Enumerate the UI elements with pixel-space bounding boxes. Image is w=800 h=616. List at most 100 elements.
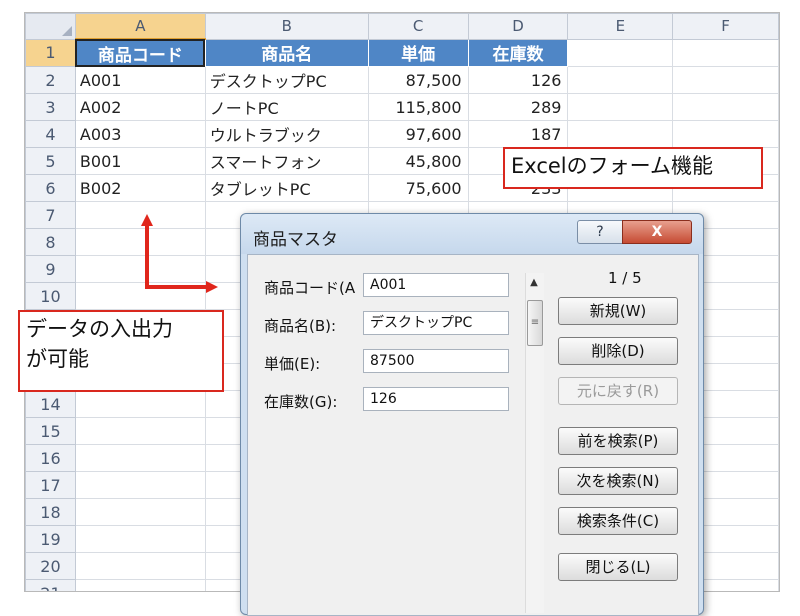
stock-field[interactable]: 126 <box>363 387 509 411</box>
cell[interactable] <box>74 525 206 553</box>
close-icon[interactable]: X <box>622 220 692 244</box>
row-number[interactable]: 17 <box>25 471 76 499</box>
cell[interactable]: ウルトラブック <box>204 120 369 148</box>
cell[interactable]: A001 <box>74 66 206 94</box>
column-header-row: A B C D E F <box>25 13 779 40</box>
row-number[interactable]: 10 <box>25 282 76 310</box>
row-number[interactable]: 18 <box>25 498 76 526</box>
cell[interactable] <box>672 93 779 121</box>
cell[interactable]: 75,600 <box>367 174 469 202</box>
cell[interactable]: スマートフォン <box>204 147 369 175</box>
row-number[interactable]: 15 <box>25 417 76 445</box>
cell[interactable] <box>74 255 206 283</box>
column-header-d[interactable]: D <box>467 13 569 40</box>
arrow-shaft-horizontal <box>145 285 207 289</box>
grip-icon: ≡ <box>530 317 540 328</box>
cell[interactable] <box>74 390 206 418</box>
cell[interactable]: B002 <box>74 174 206 202</box>
row-number[interactable]: 19 <box>25 525 76 553</box>
row-number[interactable]: 20 <box>25 552 76 580</box>
cell[interactable]: 126 <box>467 66 569 94</box>
cell[interactable]: 289 <box>467 93 569 121</box>
cell[interactable]: A003 <box>74 120 206 148</box>
column-header-e[interactable]: E <box>567 13 674 40</box>
product-name-field[interactable]: デスクトップPC <box>363 311 509 335</box>
cell[interactable]: 97,600 <box>367 120 469 148</box>
row-number[interactable]: 16 <box>25 444 76 472</box>
cell[interactable] <box>74 579 206 591</box>
row-number[interactable]: 6 <box>25 174 76 202</box>
cell[interactable]: ノートPC <box>204 93 369 121</box>
callout-data-io: データの入出力 が可能 <box>18 310 224 392</box>
header-cell-unit-price[interactable]: 単価 <box>367 38 469 67</box>
row-number[interactable]: 9 <box>25 255 76 283</box>
row-number[interactable]: 3 <box>25 93 76 121</box>
cell[interactable] <box>74 444 206 472</box>
row-number[interactable]: 7 <box>25 201 76 229</box>
cell[interactable]: 115,800 <box>367 93 469 121</box>
data-form-dialog: 商品マスタ ? X 商品コード(A A001 商品名(B): デスクトップPC … <box>240 213 704 616</box>
table-row: 1 商品コード 商品名 単価 在庫数 <box>25 38 779 67</box>
cell[interactable] <box>672 120 779 148</box>
cell[interactable] <box>672 38 779 67</box>
header-cell-product-code[interactable]: 商品コード <box>74 38 206 67</box>
cell[interactable] <box>74 552 206 580</box>
table-row: 3 A002 ノートPC 115,800 289 <box>25 93 779 121</box>
unit-price-field[interactable]: 87500 <box>363 349 509 373</box>
row-number[interactable]: 21 <box>25 579 76 591</box>
cell[interactable] <box>74 471 206 499</box>
cell[interactable] <box>567 38 674 67</box>
cell[interactable] <box>74 228 206 256</box>
table-row: 2 A001 デスクトップPC 87,500 126 <box>25 66 779 94</box>
callout-form-feature-text: Excelのフォーム機能 <box>511 154 713 178</box>
delete-button[interactable]: 削除(D) <box>558 337 678 365</box>
cell[interactable] <box>567 66 674 94</box>
field-label-product-name: 商品名(B): <box>264 317 337 335</box>
cell[interactable]: 87,500 <box>367 66 469 94</box>
callout-form-feature: Excelのフォーム機能 <box>503 147 763 189</box>
cell[interactable]: 187 <box>467 120 569 148</box>
cell[interactable]: A002 <box>74 93 206 121</box>
find-prev-button[interactable]: 前を検索(P) <box>558 427 678 455</box>
dialog-titlebar[interactable]: 商品マスタ ? X <box>241 214 703 254</box>
close-button[interactable]: 閉じる(L) <box>558 553 678 581</box>
cell[interactable]: 45,800 <box>367 147 469 175</box>
scroll-thumb[interactable]: ≡ <box>527 300 543 346</box>
row-number[interactable]: 4 <box>25 120 76 148</box>
field-label-product-code: 商品コード(A <box>264 279 356 297</box>
column-header-a[interactable]: A <box>74 13 206 40</box>
arrow-right-icon <box>206 281 218 293</box>
field-label-unit-price: 単価(E): <box>264 355 321 373</box>
cell[interactable] <box>567 120 674 148</box>
help-icon[interactable]: ? <box>577 220 623 244</box>
criteria-button[interactable]: 検索条件(C) <box>558 507 678 535</box>
row-number[interactable]: 5 <box>25 147 76 175</box>
cell[interactable]: B001 <box>74 147 206 175</box>
field-label-stock: 在庫数(G): <box>264 393 338 411</box>
row-number[interactable]: 1 <box>25 38 76 67</box>
column-header-b[interactable]: B <box>204 13 369 40</box>
product-code-field[interactable]: A001 <box>363 273 509 297</box>
header-cell-stock[interactable]: 在庫数 <box>467 38 569 67</box>
cell[interactable]: デスクトップPC <box>204 66 369 94</box>
cell[interactable]: タブレットPC <box>204 174 369 202</box>
cell[interactable] <box>567 93 674 121</box>
column-header-c[interactable]: C <box>367 13 469 40</box>
cell[interactable] <box>672 66 779 94</box>
record-counter: 1 / 5 <box>608 269 642 287</box>
row-number[interactable]: 14 <box>25 390 76 418</box>
callout-data-io-line1: データの入出力 <box>26 317 173 341</box>
row-number[interactable]: 2 <box>25 66 76 94</box>
scroll-up-icon[interactable]: ▲ <box>525 277 543 288</box>
dialog-body: 商品コード(A A001 商品名(B): デスクトップPC 単価(E): 875… <box>247 254 699 616</box>
cell[interactable] <box>74 417 206 445</box>
row-number[interactable]: 8 <box>25 228 76 256</box>
column-header-f[interactable]: F <box>672 13 779 40</box>
restore-button[interactable]: 元に戻す(R) <box>558 377 678 405</box>
callout-data-io-line2: が可能 <box>26 347 89 371</box>
cell[interactable] <box>74 498 206 526</box>
select-all-corner[interactable] <box>25 13 76 40</box>
find-next-button[interactable]: 次を検索(N) <box>558 467 678 495</box>
new-button[interactable]: 新規(W) <box>558 297 678 325</box>
header-cell-product-name[interactable]: 商品名 <box>204 38 369 67</box>
